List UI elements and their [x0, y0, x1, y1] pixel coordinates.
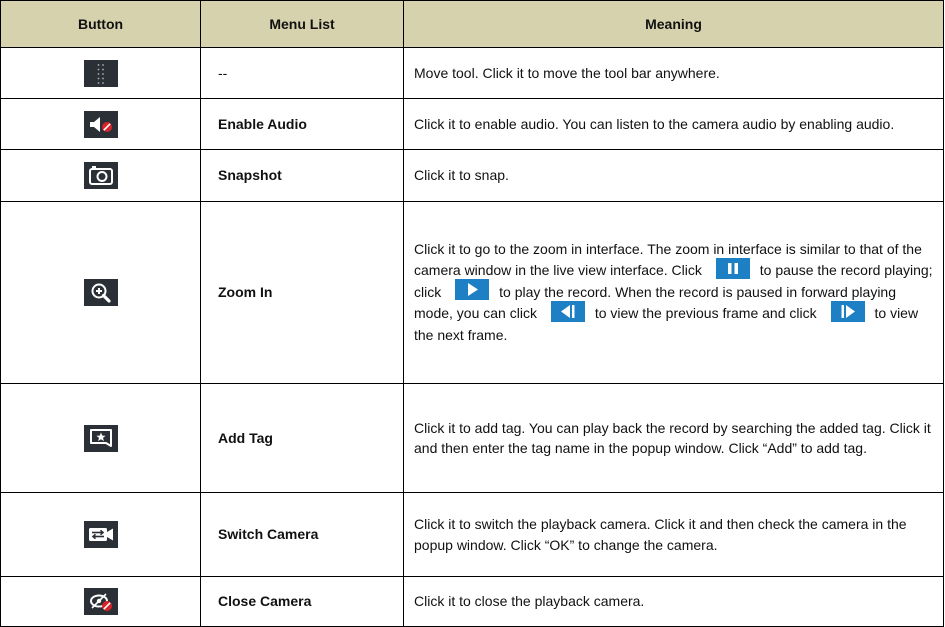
next-frame-icon — [830, 301, 865, 323]
table-row: Snapshot Click it to snap. — [0, 149, 944, 202]
header-button: Button — [0, 0, 201, 48]
button-cell — [0, 46, 201, 100]
header-menu-list: Menu List — [200, 0, 404, 48]
zoom-in-icon — [83, 278, 118, 306]
button-cell — [0, 575, 201, 627]
button-cell — [0, 383, 201, 494]
meaning-cell: Click it to add tag. You can play back t… — [403, 383, 944, 494]
menu-cell: -- — [200, 46, 404, 100]
menu-cell: Enable Audio — [200, 98, 404, 151]
button-cell — [0, 200, 201, 385]
button-cell — [0, 98, 201, 151]
meaning-cell: Click it to enable audio. You can listen… — [403, 98, 944, 151]
meaning-cell: Move tool. Click it to move the tool bar… — [403, 46, 944, 100]
switch-camera-icon — [83, 521, 118, 549]
button-cell — [0, 149, 201, 202]
table-row: Zoom In Click it to go to the zoom in in… — [0, 200, 944, 385]
meaning-cell: Click it to snap. — [403, 149, 944, 202]
table-header-row: Button Menu List Meaning — [0, 0, 944, 48]
play-icon — [455, 279, 490, 301]
camera-snapshot-icon — [83, 162, 118, 190]
button-reference-table: Button Menu List Meaning -- Move tool. C… — [0, 0, 944, 627]
audio-muted-icon — [83, 110, 118, 138]
close-camera-icon — [83, 587, 118, 615]
menu-cell: Zoom In — [200, 200, 404, 385]
table-row: Close Camera Click it to close the playb… — [0, 575, 944, 627]
menu-cell: Snapshot — [200, 149, 404, 202]
button-cell — [0, 492, 201, 577]
add-tag-icon — [83, 424, 118, 452]
table-row: -- Move tool. Click it to move the tool … — [0, 46, 944, 100]
table-row: Add Tag Click it to add tag. You can pla… — [0, 383, 944, 494]
pause-icon — [715, 257, 750, 279]
table-row: Enable Audio Click it to enable audio. Y… — [0, 98, 944, 151]
meaning-cell: Click it to go to the zoom in interface.… — [403, 200, 944, 385]
meaning-cell: Click it to close the playback camera. — [403, 575, 944, 627]
table-row: Switch Camera Click it to switch the pla… — [0, 492, 944, 577]
meaning-cell: Click it to switch the playback camera. … — [403, 492, 944, 577]
meaning-text: to view the previous frame and click — [594, 305, 817, 322]
move-tool-icon — [83, 59, 118, 87]
menu-cell: Add Tag — [200, 383, 404, 494]
previous-frame-icon — [550, 301, 585, 323]
header-meaning: Meaning — [403, 0, 944, 48]
menu-cell: Switch Camera — [200, 492, 404, 577]
menu-cell: Close Camera — [200, 575, 404, 627]
